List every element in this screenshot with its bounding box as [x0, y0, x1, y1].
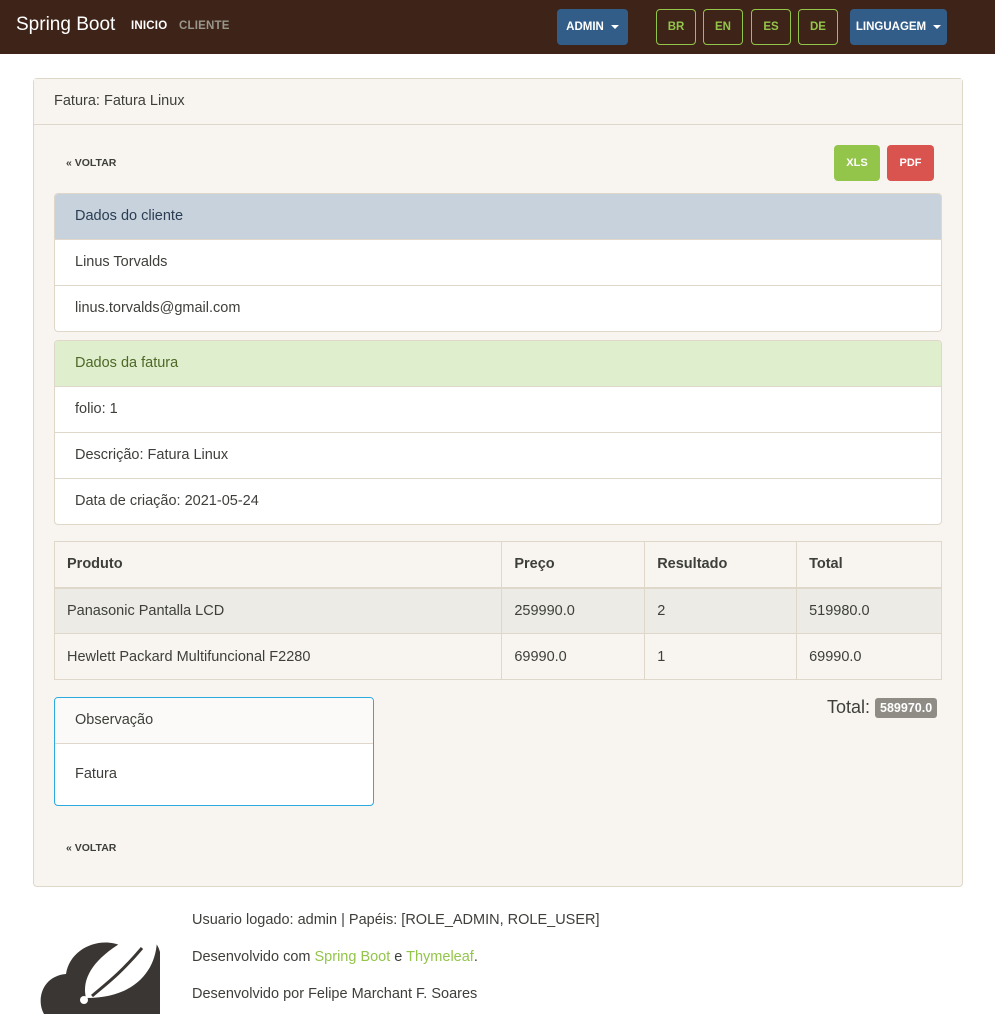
language-dropdown-button[interactable]: LINGUAGEM — [850, 9, 947, 45]
client-name: Linus Torvalds — [55, 240, 941, 286]
thymeleaf-link[interactable]: Thymeleaf — [406, 949, 474, 965]
export-xls-button[interactable]: XLS — [834, 145, 880, 181]
cell-quantity: 1 — [644, 633, 798, 680]
column-header-preco: Preço — [501, 541, 646, 589]
grand-total-label: Total: — [827, 697, 871, 717]
lang-button-de[interactable]: DE — [798, 9, 838, 45]
language-dropdown-label: LINGUAGEM — [855, 21, 927, 33]
observation-title: Observação — [55, 698, 373, 744]
table-row: Panasonic Pantalla LCD 259990.0 2 519980… — [53, 587, 942, 634]
invoice-card: Fatura: Fatura Linux « VOLTAR XLS PDF Da… — [33, 78, 963, 887]
client-email: linus.torvalds@gmail.com — [75, 300, 241, 316]
spring-boot-link[interactable]: Spring Boot — [315, 949, 391, 965]
cell-total: 69990.0 — [796, 633, 942, 680]
footer-logged-user: Usuario logado: admin | Papéis: [ROLE_AD… — [192, 912, 600, 928]
invoice-card-header: Fatura: Fatura Linux — [34, 79, 962, 125]
lang-button-br[interactable]: BR — [656, 9, 696, 45]
lang-button-es[interactable]: ES — [751, 9, 791, 45]
admin-dropdown-label: ADMIN — [566, 21, 604, 33]
lang-button-en[interactable]: EN — [703, 9, 743, 45]
invoice-items-table: Produto Preço Resultado Total Panasonic … — [53, 541, 942, 680]
footer-developed-with: Desenvolvido com Spring Boot e Thymeleaf… — [192, 949, 478, 965]
cell-quantity: 2 — [644, 587, 798, 634]
nav-link-cliente[interactable]: CLIENTE — [179, 20, 230, 32]
admin-dropdown-button[interactable]: ADMIN — [557, 9, 628, 45]
cell-price: 69990.0 — [501, 633, 646, 680]
nav-link-inicio[interactable]: INICIO — [131, 20, 167, 32]
invoice-description: Descrição: Fatura Linux — [55, 433, 941, 479]
client-data-list: Dados do cliente Linus Torvalds linus.to… — [54, 193, 942, 332]
cell-product: Panasonic Pantalla LCD — [53, 587, 503, 634]
back-link-top[interactable]: « VOLTAR — [66, 157, 116, 169]
spring-cloud-leaf-logo-icon — [40, 926, 160, 1014]
export-pdf-button[interactable]: PDF — [887, 145, 934, 181]
column-header-total: Total — [796, 541, 942, 589]
cell-price: 259990.0 — [501, 587, 646, 634]
table-header-row: Produto Preço Resultado Total — [53, 541, 942, 589]
footer-and: e — [390, 949, 407, 965]
grand-total-badge: 589970.0 — [875, 697, 938, 718]
invoice-folio: folio: 1 — [55, 387, 941, 433]
top-navbar: Spring Boot INICIO CLIENTE ADMIN BR EN E… — [0, 0, 995, 54]
brand-link[interactable]: Spring Boot — [16, 14, 115, 36]
footer-developed-with-prefix: Desenvolvido com — [192, 949, 315, 965]
footer-period: . — [473, 949, 478, 965]
observation-card: Observação Fatura — [54, 697, 374, 806]
back-link-bottom[interactable]: « VOLTAR — [66, 842, 116, 854]
table-row: Hewlett Packard Multifuncional F2280 699… — [53, 633, 942, 680]
caret-down-icon — [610, 25, 619, 29]
column-header-produto: Produto — [53, 541, 503, 589]
client-data-title: Dados do cliente — [55, 194, 941, 240]
cell-product: Hewlett Packard Multifuncional F2280 — [53, 633, 503, 680]
invoice-data-list: Dados da fatura folio: 1 Descrição: Fatu… — [54, 340, 942, 525]
invoice-created-date: Data de criação: 2021-05-24 — [75, 493, 259, 509]
invoice-data-title: Dados da fatura — [55, 341, 941, 387]
column-header-resultado: Resultado — [644, 541, 798, 589]
grand-total: Total: 589970.0 — [827, 697, 938, 718]
footer-author: Desenvolvido por Felipe Marchant F. Soar… — [192, 986, 478, 1002]
caret-down-icon — [933, 25, 942, 29]
observation-text: Fatura — [75, 766, 117, 782]
cell-total: 519980.0 — [796, 587, 942, 634]
